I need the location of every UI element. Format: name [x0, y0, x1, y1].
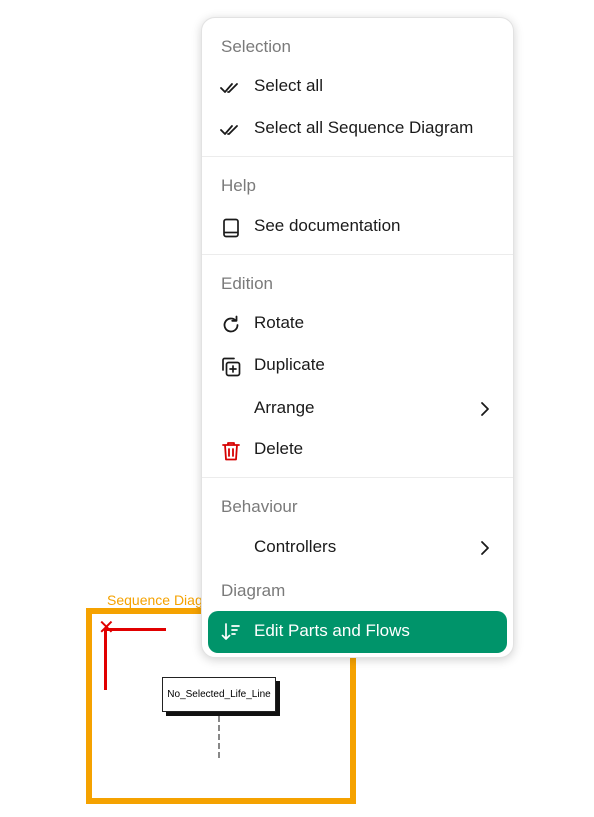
divider — [202, 477, 513, 478]
menu-item-arrange[interactable]: Arrange — [208, 389, 507, 429]
double-check-icon — [220, 77, 242, 99]
menu-item-label: Arrange — [254, 398, 315, 417]
section-title-edition: Edition — [221, 274, 273, 293]
divider — [202, 254, 513, 255]
menu-item-rotate[interactable]: Rotate — [208, 304, 507, 344]
rotate-icon — [220, 314, 242, 336]
menu-item-label: Rotate — [254, 313, 305, 332]
menu-item-edit-parts-and-flows[interactable]: Edit Parts and Flows — [208, 611, 507, 653]
menu-item-select-all[interactable]: Select all — [208, 67, 507, 107]
section-title-selection: Selection — [221, 37, 291, 56]
diagram-frame-label: Sequence Diag — [107, 592, 203, 608]
canvas: Sequence Diag ✕ No_Selected_Life_Line Se… — [0, 0, 594, 817]
menu-item-label: Duplicate — [254, 355, 325, 374]
duplicate-icon — [220, 356, 242, 378]
menu-item-label: Delete — [254, 439, 304, 458]
section-title-diagram: Diagram — [221, 581, 286, 600]
menu-item-label: Controllers — [254, 537, 337, 556]
menu-item-label: Select all — [254, 76, 323, 95]
book-icon — [220, 217, 242, 239]
chevron-right-icon — [479, 540, 491, 556]
divider — [202, 156, 513, 157]
origin-x-marker-icon: ✕ — [98, 617, 115, 639]
menu-item-select-all-sequence-diagram[interactable]: Select all Sequence Diagram — [208, 109, 507, 149]
menu-item-label: See documentation — [254, 216, 401, 235]
menu-item-label: Select all Sequence Diagram — [254, 118, 474, 137]
lifeline-label: No_Selected_Life_Line — [167, 689, 271, 700]
menu-item-see-documentation[interactable]: See documentation — [208, 207, 507, 247]
section-title-help: Help — [221, 176, 256, 195]
menu-item-label: Edit Parts and Flows — [254, 621, 410, 640]
double-check-icon — [220, 119, 242, 141]
lifeline-node[interactable]: No_Selected_Life_Line — [162, 677, 276, 712]
chevron-right-icon — [479, 401, 491, 417]
menu-item-duplicate[interactable]: Duplicate — [208, 346, 507, 386]
trash-icon — [220, 440, 242, 462]
menu-item-delete[interactable]: Delete — [208, 430, 507, 470]
section-title-behaviour: Behaviour — [221, 497, 298, 516]
menu-item-controllers[interactable]: Controllers — [208, 528, 507, 568]
context-menu: Selection Select all Select all Sequence… — [201, 17, 514, 658]
lifeline-dashed-line — [218, 716, 220, 758]
sort-down-icon — [220, 621, 242, 643]
